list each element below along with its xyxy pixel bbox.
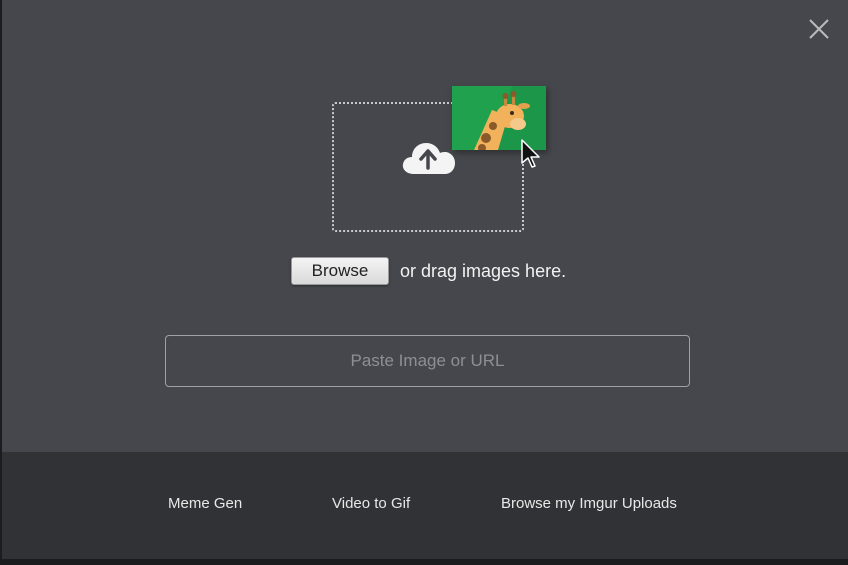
video-to-gif-link[interactable]: Video to Gif: [332, 495, 410, 512]
upload-modal: Browse or drag images here. Meme Gen Vid…: [2, 0, 848, 559]
cloud-upload-icon: [402, 143, 455, 174]
paste-url-input[interactable]: [165, 335, 690, 387]
browse-row: Browse or drag images here.: [291, 257, 566, 285]
modal-footer: [2, 452, 848, 559]
mouse-cursor-icon: [521, 139, 540, 168]
close-icon: [809, 19, 829, 39]
browse-uploads-link[interactable]: Browse my Imgur Uploads: [501, 495, 677, 512]
browse-button[interactable]: Browse: [291, 257, 389, 285]
close-button[interactable]: [808, 18, 830, 40]
drag-instructions: or drag images here.: [400, 260, 567, 281]
meme-gen-link[interactable]: Meme Gen: [168, 495, 242, 512]
